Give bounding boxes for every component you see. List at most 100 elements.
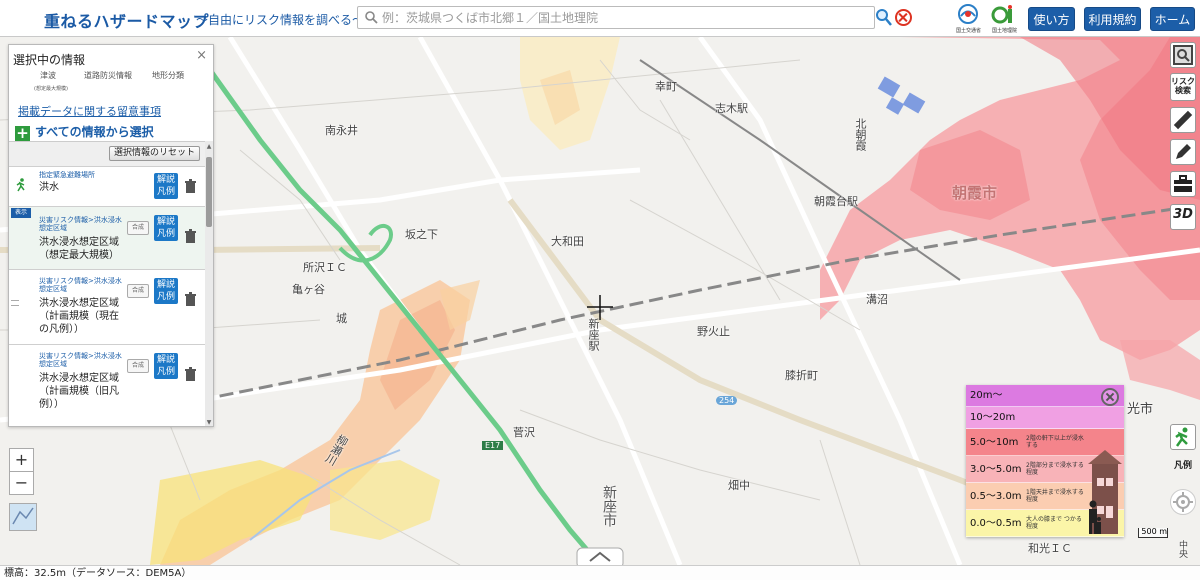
panel-close-button[interactable]: × [196, 48, 207, 63]
evacuation-runner-icon [1175, 427, 1188, 447]
home-button[interactable]: ホーム [1150, 7, 1195, 31]
layer-item[interactable]: 災害リスク情報>洪水浸水想定区域 洪水浸水想定区域（計画規模（旧凡例）） 合成 … [9, 344, 205, 426]
select-all-info-label: すべての情報から選択 [35, 125, 154, 139]
ruler-icon [1173, 110, 1193, 130]
plus-icon: + [15, 124, 30, 142]
explain-label: 解説 [156, 355, 175, 365]
explain-legend-button[interactable]: 解説 凡例 [154, 353, 178, 379]
explain-legend-button[interactable]: 解説 凡例 [154, 215, 178, 241]
search-input[interactable] [382, 9, 862, 27]
locate-button[interactable] [1170, 489, 1196, 515]
base-map-toggle[interactable] [9, 503, 37, 531]
panel-title: 選択中の情報 [13, 53, 86, 67]
map-label: 志木駅 [715, 102, 748, 115]
pencil-icon [1176, 144, 1191, 159]
reset-selection-button[interactable]: 選択情報のリセット [109, 146, 200, 161]
expressway-shield: E17 [482, 441, 504, 450]
map-label: 南永井 [325, 124, 358, 137]
map-label: 朝霞台駅 [814, 195, 858, 208]
scroll-down-icon[interactable]: ▼ [205, 419, 213, 426]
scrollbar-thumb[interactable] [206, 157, 212, 227]
map-label: 坂之下 [405, 228, 438, 241]
map-label: 菅沢 [513, 426, 535, 439]
explain-label: 解説 [156, 280, 175, 290]
layer-name: 洪水 [39, 182, 59, 193]
search-button-icon[interactable] [874, 7, 892, 27]
drag-handle-icon[interactable] [11, 300, 19, 306]
select-all-info-button[interactable]: + すべての情報から選択 [15, 123, 154, 142]
selected-info-panel: 選択中の情報 × 津波 道路防災情報 地形分類 (想定最大規模) 掲載データに関… [8, 44, 214, 427]
legend-depth-description: 1階天井まで浸水する程度 [1026, 489, 1084, 503]
map-label: 北朝霞 [854, 118, 867, 151]
layer-category: 災害リスク情報>洪水浸水想定区域 [39, 352, 122, 368]
explain-label: 解説 [156, 175, 175, 185]
layer-category: 指定緊急避難場所 [39, 171, 95, 179]
layer-name: 洪水浸水想定区域（計画規模（旧凡例）） [39, 373, 119, 410]
legend-depth-description: 2階部分まで浸水する程度 [1026, 462, 1084, 476]
layer-name: 洪水浸水想定区域（計画規模（現在の凡例）） [39, 298, 119, 335]
map-label: 膝折町 [785, 369, 818, 382]
map-label: 光市 [1127, 402, 1154, 417]
tools-button[interactable] [1170, 171, 1196, 197]
tab-landform[interactable]: 地形分類 [152, 70, 184, 81]
legend-label: 凡例 [156, 229, 175, 239]
map-select-button[interactable] [1170, 42, 1196, 68]
tab-note: (想定最大規模) [34, 86, 68, 92]
zoom-out-button[interactable]: − [9, 471, 34, 495]
layer-item[interactable]: 指定緊急避難場所 洪水 解説凡例 [9, 166, 205, 206]
map-label: 畑中 [728, 479, 750, 492]
legend-label: 凡例 [156, 292, 175, 302]
person-icon [1089, 500, 1101, 534]
map-label: 幸町 [655, 80, 677, 93]
risk-search-button[interactable]: リスク検索 [1170, 73, 1196, 101]
risk-search-label: リスク検索 [1171, 77, 1195, 95]
trash-icon[interactable] [184, 292, 197, 306]
scale-bar: 500 m [1138, 528, 1168, 538]
trash-icon[interactable] [184, 229, 197, 243]
evacuation-button[interactable] [1170, 424, 1196, 450]
app-title[interactable]: 重ねるハザードマップ [44, 8, 209, 32]
legend-label: 凡例 [156, 187, 175, 197]
measure-button[interactable] [1170, 107, 1196, 133]
legend-depth-description: 2階の軒下以上が浸水する [1026, 435, 1084, 449]
legend-depth-label: 0.5～3.0m [970, 491, 1022, 502]
layer-category: 災害リスク情報>洪水浸水想定区域 [39, 216, 122, 232]
3d-label: 3D [1173, 207, 1193, 222]
usage-button[interactable]: 使い方 [1028, 7, 1075, 31]
explain-legend-button[interactable]: 解説 凡例 [154, 173, 178, 199]
legend-toggle-button[interactable]: 凡例 [1170, 455, 1196, 481]
layer-item[interactable]: 表示 災害リスク情報>洪水浸水想定区域 洪水浸水想定区域（想定最大規模） 合成 … [9, 206, 205, 269]
scroll-up-icon[interactable]: ▲ [205, 143, 213, 151]
explain-label: 解説 [156, 217, 175, 227]
tab-road-disaster[interactable]: 道路防災情報 [84, 70, 132, 81]
route-shield: 254 [716, 396, 738, 405]
map-label: 大和田 [551, 235, 584, 248]
zoom-in-button[interactable]: + [9, 448, 34, 472]
merge-button[interactable]: 合成 [127, 284, 149, 298]
layer-name: 洪水浸水想定区域（想定最大規模） [39, 237, 119, 261]
data-notes-link[interactable]: 掲載データに関する留意事項 [18, 103, 161, 119]
map-layers-icon [1173, 45, 1193, 65]
app-subtitle: ～自由にリスク情報を調べる～ [196, 13, 365, 27]
explain-legend-button[interactable]: 解説 凡例 [154, 278, 178, 304]
merge-button[interactable]: 合成 [127, 359, 149, 373]
terms-button[interactable]: 利用規約 [1084, 7, 1141, 31]
map-label: 野火止 [697, 325, 730, 338]
draw-button[interactable] [1170, 139, 1196, 165]
legend-depth-label: 3.0～5.0m [970, 464, 1022, 475]
legend-depth-label: 20m～ [970, 390, 1003, 401]
3d-button[interactable]: 3D [1170, 204, 1196, 230]
layer-item[interactable]: 災害リスク情報>洪水浸水想定区域 洪水浸水想定区域（計画規模（現在の凡例）） 合… [9, 269, 205, 344]
trash-icon[interactable] [184, 179, 197, 193]
legend-depth-label: 10～20m [970, 412, 1016, 423]
trash-icon[interactable] [184, 367, 197, 381]
evacuation-runner-icon [16, 178, 25, 192]
panel-scrollbar[interactable]: ▲ ▼ [205, 141, 213, 426]
merge-button[interactable]: 合成 [127, 221, 149, 235]
legend-close-button[interactable] [1101, 388, 1119, 406]
clear-search-icon[interactable] [895, 9, 912, 26]
map-label: 新座駅 [587, 318, 600, 351]
map-label: 中央 [1177, 540, 1187, 558]
tab-tsunami[interactable]: 津波 [40, 70, 56, 81]
map-label: 新座市 [601, 485, 617, 527]
